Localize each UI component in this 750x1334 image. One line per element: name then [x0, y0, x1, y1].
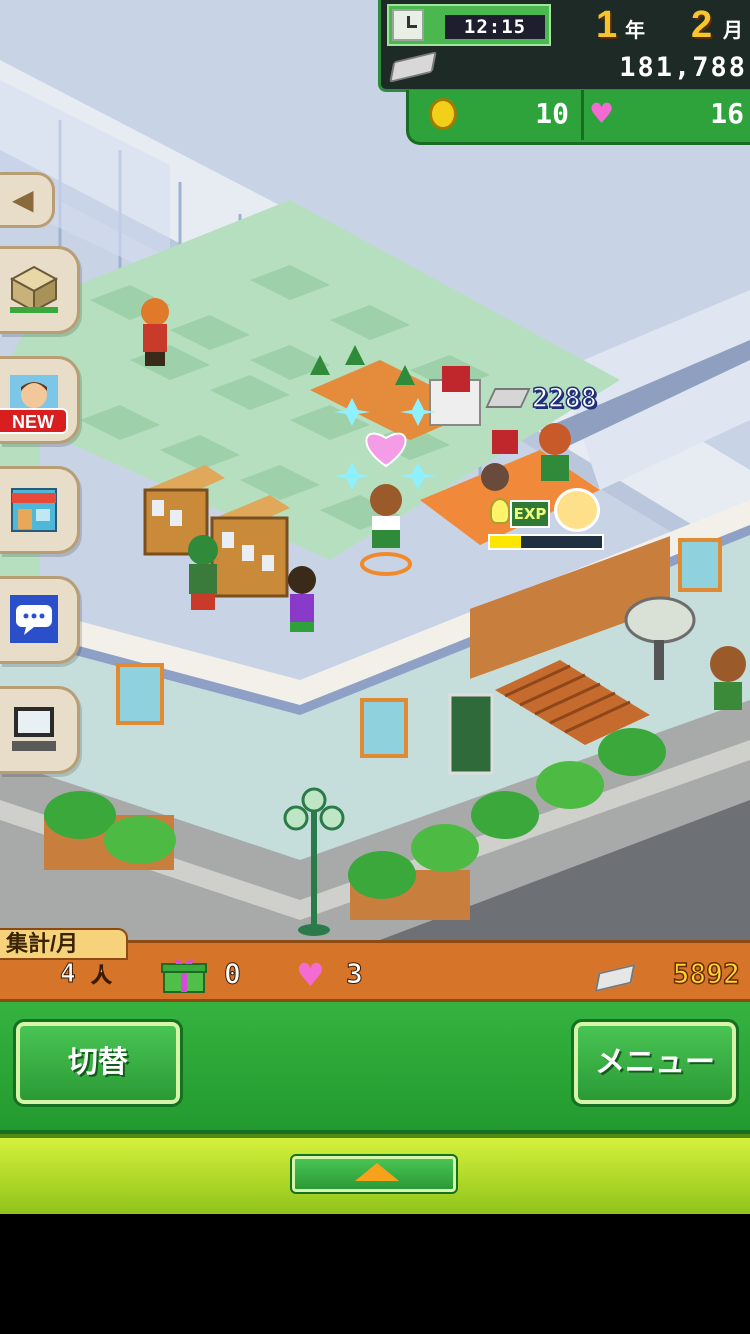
- game-stage[interactable]: [0, 0, 750, 1000]
- computer-button[interactable]: [0, 686, 80, 774]
- exp-progress-fill: [490, 536, 522, 548]
- shop-button[interactable]: [0, 466, 80, 554]
- expand-button[interactable]: [290, 1154, 458, 1194]
- game-time: 12:15: [445, 15, 545, 39]
- chevron-left-icon: ◀: [12, 183, 34, 216]
- monthly-earnings: 5892: [672, 956, 741, 991]
- heart-icon: ♥: [589, 97, 615, 130]
- visitor-number: 4: [60, 959, 77, 990]
- gold-coin-icon: [429, 98, 457, 130]
- status-hud: 12:15 1 年 2 月 181,788 10 ♥ 16: [378, 0, 750, 145]
- visitor-count: 4 人: [60, 954, 112, 995]
- month-number: 2: [691, 4, 713, 46]
- year-number: 1: [596, 4, 618, 46]
- hud-panel-top: 12:15 1 年 2 月 181,788: [378, 0, 750, 92]
- exp-label: EXP: [510, 500, 550, 528]
- gift-box-icon: [161, 959, 207, 993]
- side-menu-collapse-button[interactable]: ◀: [0, 172, 55, 228]
- month-label: 月: [723, 20, 743, 42]
- sale-price: 2288: [531, 382, 598, 415]
- clock-box: 12:15: [387, 4, 551, 46]
- clock-icon: [392, 9, 424, 41]
- coin-count: 10: [535, 97, 569, 130]
- crate-icon: [9, 265, 59, 313]
- menu-button[interactable]: メニュー: [571, 1019, 739, 1107]
- computer-icon: [12, 707, 56, 751]
- heart-count: 16: [710, 97, 744, 130]
- money-amount: 181,788: [619, 52, 747, 83]
- isometric-store-scene: [0, 0, 750, 1000]
- happy-face-icon: [554, 488, 600, 532]
- messages-button[interactable]: [0, 576, 80, 664]
- heart-icon: ♥: [296, 956, 325, 994]
- system-bottom-area: [0, 1214, 750, 1334]
- switch-button[interactable]: 切替: [13, 1019, 183, 1107]
- new-badge: NEW: [0, 408, 68, 434]
- divider: [581, 90, 584, 140]
- money-bill-icon: [389, 51, 437, 83]
- exp-progress-bar: [488, 534, 604, 550]
- build-item-button[interactable]: [0, 246, 80, 334]
- exp-indicator: EXP: [488, 488, 606, 554]
- lightbulb-icon: [490, 498, 510, 524]
- money-bill-icon: [485, 388, 531, 408]
- storefront-icon: [11, 488, 57, 532]
- hud-panel-bottom: 10 ♥ 16: [406, 90, 750, 145]
- triangle-up-icon: [355, 1163, 399, 1181]
- gift-count: 0: [224, 957, 242, 991]
- year-label: 年: [625, 20, 645, 42]
- summary-heart-count: 3: [346, 957, 364, 991]
- game-date: 1 年 2 月: [561, 4, 750, 46]
- sale-price-popup: 2288: [485, 382, 598, 415]
- speech-bubble-icon: [10, 595, 58, 643]
- money-row: 181,788: [387, 50, 750, 86]
- visitor-unit: 人: [91, 963, 112, 988]
